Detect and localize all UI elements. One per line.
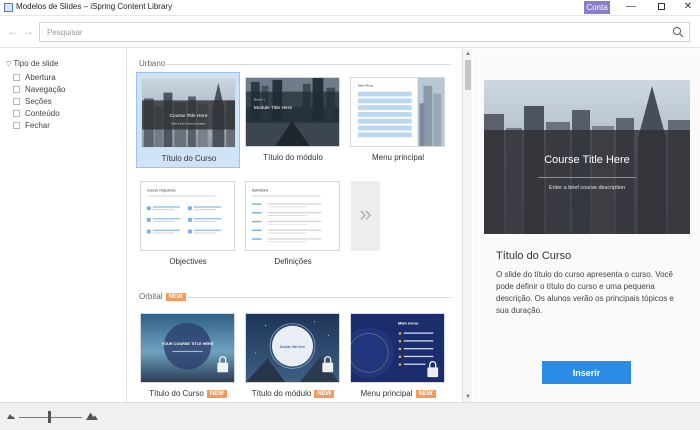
zoom-slider-handle[interactable] bbox=[47, 411, 51, 423]
new-badge: NEW bbox=[415, 390, 436, 398]
filter-sidebar: ▽ Tipo de slide Abertura Navegação Seções… bbox=[0, 49, 127, 402]
filter-secoes[interactable]: Seções bbox=[13, 97, 52, 107]
filter-label: Abertura bbox=[25, 73, 56, 82]
template-thumbnail: Module title here bbox=[245, 313, 340, 383]
filter-navegacao[interactable]: Navegação bbox=[13, 85, 65, 95]
maximize-button[interactable] bbox=[646, 0, 676, 15]
preview-pane: Course Title Here Enter a brief course d… bbox=[473, 49, 700, 402]
template-gallery: Urbano Course Title Here Enter a brief c… bbox=[128, 49, 462, 402]
search-icon[interactable] bbox=[672, 26, 684, 38]
maximize-icon bbox=[657, 3, 665, 10]
more-templates-button[interactable]: » bbox=[351, 181, 380, 251]
thumb-title: Definitions bbox=[252, 189, 269, 193]
filter-group-toggle[interactable]: ▽ Tipo de slide bbox=[6, 59, 58, 68]
scroll-down-arrow-icon[interactable]: ▼ bbox=[465, 394, 471, 400]
checkbox[interactable] bbox=[13, 98, 20, 105]
minimize-button[interactable]: — bbox=[616, 0, 646, 15]
template-card-label: Objectives bbox=[169, 257, 207, 266]
card-name: Título do Curso bbox=[149, 389, 204, 398]
template-thumbnail: Course Objectives bbox=[140, 181, 235, 251]
preview-image-subtitle: Enter a brief course description bbox=[549, 185, 625, 191]
app-icon bbox=[4, 3, 13, 12]
template-card-orbital-titulo-do-curso[interactable]: YOUR COURSE TITLE HERE Título do Curso NE… bbox=[136, 308, 240, 402]
back-arrow-icon[interactable]: ← bbox=[7, 24, 19, 38]
template-card-orbital-titulo-do-modulo[interactable]: Module title here Título do módulo NEW bbox=[241, 308, 345, 402]
template-card-definicoes[interactable]: Definitions Definições bbox=[241, 176, 345, 272]
search-toolbar: ← → bbox=[0, 16, 700, 48]
template-card-label: Título do módulo bbox=[263, 153, 323, 162]
new-badge: NEW bbox=[165, 293, 186, 301]
filter-abertura[interactable]: Abertura bbox=[13, 73, 56, 83]
template-thumbnail: Module 1 Module Title Here bbox=[245, 77, 340, 147]
status-bar bbox=[0, 402, 700, 430]
zoom-out-mountain-icon[interactable] bbox=[7, 413, 15, 419]
card-name: Menu principal bbox=[360, 389, 413, 398]
thumb-title: Module title here bbox=[280, 345, 305, 349]
template-card-objectives[interactable]: Course Objectives Objectives bbox=[136, 176, 240, 272]
preview-image: Course Title Here Enter a brief course d… bbox=[484, 80, 690, 234]
thumb-title: Main Menu bbox=[358, 84, 374, 88]
thumb-title: Course Title Here bbox=[170, 113, 208, 119]
filter-group-title: Tipo de slide bbox=[13, 59, 59, 68]
template-card-titulo-do-curso[interactable]: Course Title Here Enter a brief course d… bbox=[136, 72, 240, 168]
search-input[interactable] bbox=[47, 26, 657, 39]
double-chevron-right-icon: » bbox=[359, 201, 372, 226]
gallery-scrollbar[interactable]: ▲ ▼ bbox=[462, 49, 472, 402]
template-card-titulo-do-modulo[interactable]: Module 1 Module Title Here Título do mód… bbox=[241, 72, 345, 168]
section-divider bbox=[188, 297, 451, 298]
filter-conteudo[interactable]: Conteúdo bbox=[13, 109, 60, 119]
thumb-subtitle: Enter a brief course description bbox=[171, 123, 207, 126]
filter-label: Navegação bbox=[25, 85, 66, 94]
search-box bbox=[39, 22, 690, 42]
checkbox[interactable] bbox=[13, 74, 20, 81]
scrollbar-thumb[interactable] bbox=[465, 60, 471, 90]
section-name: Orbital bbox=[139, 292, 163, 301]
window-title: Modelos de Slides – iSpring Content Libr… bbox=[16, 2, 173, 11]
card-name: Título do módulo bbox=[251, 389, 312, 398]
section-header-urbano: Urbano bbox=[139, 59, 166, 68]
account-button[interactable]: Conta bbox=[584, 1, 610, 14]
preview-image-title: Course Title Here bbox=[544, 154, 630, 166]
template-thumbnail: Main menu bbox=[350, 313, 445, 383]
checkbox[interactable] bbox=[13, 110, 20, 117]
filter-label: Seções bbox=[25, 97, 52, 106]
template-thumbnail: Course Title Here Enter a brief course d… bbox=[141, 78, 236, 148]
scroll-up-arrow-icon[interactable]: ▲ bbox=[465, 51, 471, 57]
zoom-in-mountain-icon[interactable] bbox=[86, 411, 98, 420]
template-card-menu-principal[interactable]: Main Menu Menu principal bbox=[346, 72, 450, 168]
title-bar: Modelos de Slides – iSpring Content Libr… bbox=[0, 0, 700, 16]
template-card-label: Definições bbox=[274, 257, 312, 266]
checkbox[interactable] bbox=[13, 86, 20, 93]
template-card-label: Título do módulo NEW bbox=[241, 389, 345, 398]
forward-arrow-icon[interactable]: → bbox=[22, 24, 34, 38]
close-button[interactable]: ✕ bbox=[673, 0, 700, 15]
new-badge: NEW bbox=[206, 390, 227, 398]
checkbox[interactable] bbox=[13, 122, 20, 129]
thumb-title: YOUR COURSE TITLE HERE bbox=[162, 342, 214, 346]
thumb-kicker: Module 1 bbox=[254, 97, 266, 101]
section-header-orbital: Orbital NEW bbox=[139, 292, 186, 301]
insert-button[interactable]: Inserir bbox=[542, 361, 631, 384]
template-card-label: Título do Curso bbox=[161, 154, 217, 163]
thumb-title: Module Title Here bbox=[254, 105, 293, 111]
preview-description: O slide do título do curso apresenta o c… bbox=[496, 270, 674, 315]
filter-fechar[interactable]: Fechar bbox=[13, 121, 50, 131]
template-card-label: Menu principal NEW bbox=[346, 389, 450, 398]
filter-label: Fechar bbox=[25, 121, 50, 130]
template-thumbnail: YOUR COURSE TITLE HERE bbox=[140, 313, 235, 383]
template-thumbnail: Main Menu bbox=[350, 77, 445, 147]
thumb-title: Course Objectives bbox=[147, 189, 176, 193]
chevron-down-icon: ▽ bbox=[6, 61, 12, 68]
template-thumbnail: Definitions bbox=[245, 181, 340, 251]
new-badge: NEW bbox=[314, 390, 335, 398]
preview-title: Título do Curso bbox=[496, 250, 572, 262]
template-card-orbital-menu-principal[interactable]: Main menu Menu principal NEW bbox=[346, 308, 450, 402]
thumb-title: Main menu bbox=[398, 321, 419, 326]
template-card-label: Título do Curso NEW bbox=[136, 389, 240, 398]
filter-label: Conteúdo bbox=[25, 109, 60, 118]
section-divider bbox=[166, 64, 451, 65]
template-card-label: Menu principal bbox=[371, 153, 425, 162]
